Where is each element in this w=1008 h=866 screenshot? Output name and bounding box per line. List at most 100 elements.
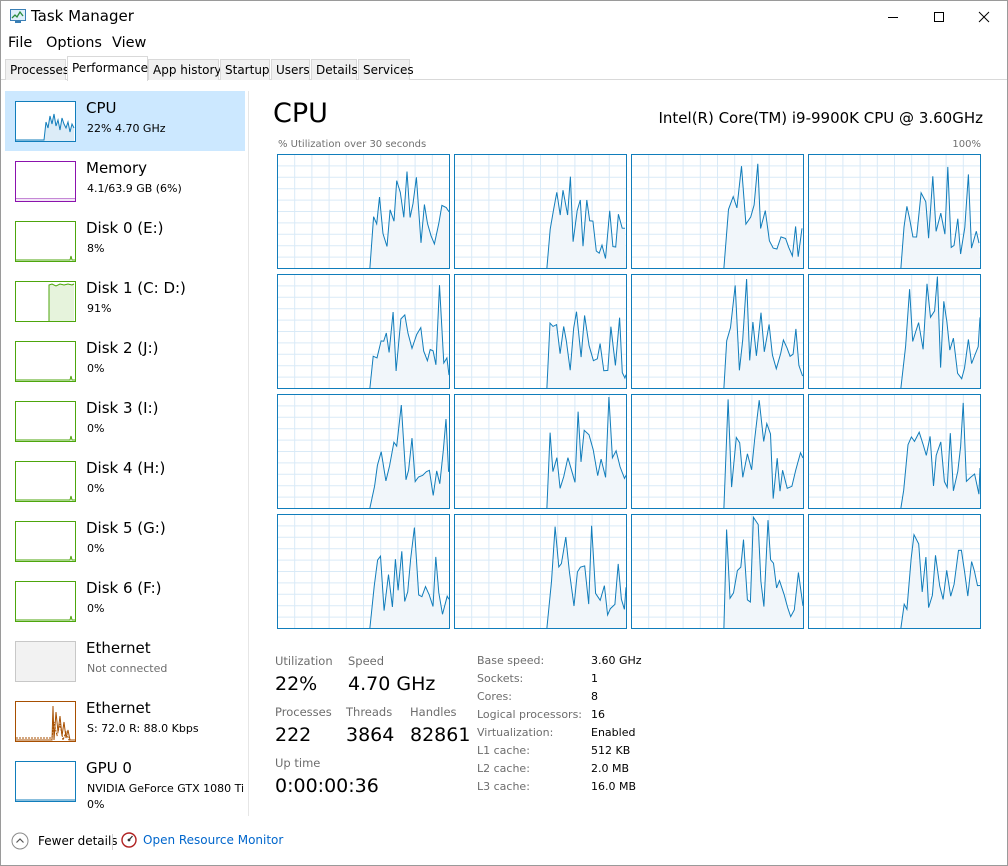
sidebar-item-title: Ethernet [86,699,151,717]
sidebar-item-status: 0% [87,542,105,555]
memory-sparkline-icon [15,161,76,202]
menu-options[interactable]: Options [46,35,102,51]
tab-app-history[interactable]: App history [148,59,222,80]
logical-processor-graph [277,274,450,389]
spec-value: 16.0 MB [591,780,637,793]
disk-sparkline-icon [15,401,76,442]
sidebar-item-disk-4-h[interactable]: Disk 4 (H:) 0% [5,451,245,511]
speed-value: 4.70 GHz [348,673,436,695]
sidebar-item-memory[interactable]: Memory 4.1/63.9 GB (6%) [5,151,245,211]
sidebar-item-title: GPU 0 [86,759,132,777]
open-resource-monitor-link[interactable]: Open Resource Monitor [121,832,283,848]
spec-value: Enabled [591,726,636,739]
footer: Fewer details Open Resource Monitor [1,825,1007,865]
sidebar-item-gpu-0[interactable]: GPU 0 NVIDIA GeForce GTX 1080 Ti 0% [5,751,245,811]
chevron-up-circle-icon [11,832,29,850]
graph-max-label: 100% [952,139,981,150]
tab-startup[interactable]: Startup [220,59,270,80]
thumbnail-graph [16,375,75,381]
sidebar-item-cpu[interactable]: CPU 22% 4.70 GHz [5,91,245,151]
tab-services[interactable]: Services [358,59,414,80]
task-manager-app-icon [10,9,26,23]
window-title: Task Manager [31,7,134,25]
maximize-icon [934,12,944,22]
maximize-button[interactable] [916,1,962,33]
sidebar-item-disk-2-j[interactable]: Disk 2 (J:) 0% [5,331,245,391]
menu-view[interactable]: View [112,35,146,51]
logical-processor-graph [454,394,627,509]
logical-processor-graph [277,154,450,269]
gpu-sparkline-icon [15,761,76,802]
minimize-button[interactable] [870,1,916,33]
resource-list: CPU 22% 4.70 GHz Memory 4.1/63.9 GB (6%) Dis… [5,91,249,816]
spec-label: L2 cache: [477,762,530,775]
thumbnail-graph [16,113,75,141]
sidebar-item-title: Disk 0 (E:) [86,219,164,237]
handles-label: Handles [410,705,457,719]
disk-sparkline-icon [15,341,76,382]
close-button[interactable] [961,1,1007,33]
spec-value: 1 [591,672,598,685]
tab-performance[interactable]: Performance [67,56,148,81]
graph-axis-label: % Utilization over 30 seconds [278,139,427,150]
sidebar-item-status: Not connected [87,662,168,675]
open-resource-monitor-label: Open Resource Monitor [143,833,284,847]
sidebar-item-status: NVIDIA GeForce GTX 1080 Ti [87,782,245,795]
uptime-value: 0:00:00:36 [275,775,379,797]
sidebar-item-status: 8% [87,242,105,255]
sidebar-item-ethernet[interactable]: Ethernet S: 72.0 R: 88.0 Kbps [5,691,245,751]
sidebar-item-status: 0% [87,422,105,435]
logical-processor-graph [277,514,450,629]
disk-sparkline-icon [15,281,76,322]
thumbnail-graph [16,495,75,501]
spec-label: Sockets: [477,672,524,685]
logical-processor-graph [808,514,981,629]
tab-processes[interactable]: Processes [5,59,69,80]
page-title: CPU [273,98,328,129]
spec-label: L1 cache: [477,744,530,757]
sidebar-item-disk-1-c-d[interactable]: Disk 1 (C: D:) 91% [5,271,245,331]
thumbnail-graph [16,435,75,441]
uptime-label: Up time [275,756,321,770]
sidebar-item-status: 4.1/63.9 GB (6%) [87,182,182,195]
tab-details[interactable]: Details [311,59,358,80]
processes-label: Processes [275,705,332,719]
footer-divider [112,834,113,850]
sidebar-item-disk-5-g[interactable]: Disk 5 (G:) 0% [5,511,245,571]
sidebar-item-ethernet[interactable]: Ethernet Not connected [5,631,245,691]
menu-file[interactable]: File [8,35,32,51]
title-bar[interactable]: Task Manager [1,1,1007,33]
logical-processor-graph [808,394,981,509]
sidebar-item-disk-3-i[interactable]: Disk 3 (I:) 0% [5,391,245,451]
thumbnail-graph [16,642,75,681]
sidebar-item-status: 0% [87,482,105,495]
logical-processor-graph [277,394,450,509]
sidebar-item-disk-6-f[interactable]: Disk 6 (F:) 0% [5,571,245,631]
thumbnail-graph [16,255,75,261]
threads-value: 3864 [346,724,395,746]
sidebar-item-status: 22% 4.70 GHz [87,122,166,135]
sidebar-item-title: Disk 3 (I:) [86,399,159,417]
ethernet-sparkline-icon [15,701,76,742]
logical-processor-graph [631,394,804,509]
spec-value: 512 KB [591,744,631,757]
fewer-details-button[interactable]: Fewer details [11,832,118,850]
resource-monitor-icon [121,832,137,848]
sidebar-item-title: Disk 5 (G:) [86,519,166,537]
spec-label: Logical processors: [477,708,583,721]
speed-label: Speed [348,654,385,668]
sidebar-item-title: Disk 1 (C: D:) [86,279,186,297]
logical-processor-graph [454,514,627,629]
sidebar-item-title: Disk 6 (F:) [86,579,162,597]
thumbnail-graph [16,799,75,801]
sidebar-item-status: 0% [87,362,105,375]
spec-value: 3.60 GHz [591,654,642,667]
sidebar-divider [248,91,249,816]
tab-users[interactable]: Users [271,59,310,80]
spec-value: 2.0 MB [591,762,630,775]
threads-label: Threads [346,705,393,719]
sidebar-item-disk-0-e[interactable]: Disk 0 (E:) 8% [5,211,245,271]
spec-value: 8 [591,690,598,703]
disk-sparkline-icon [15,581,76,622]
logical-processor-graph [808,274,981,389]
